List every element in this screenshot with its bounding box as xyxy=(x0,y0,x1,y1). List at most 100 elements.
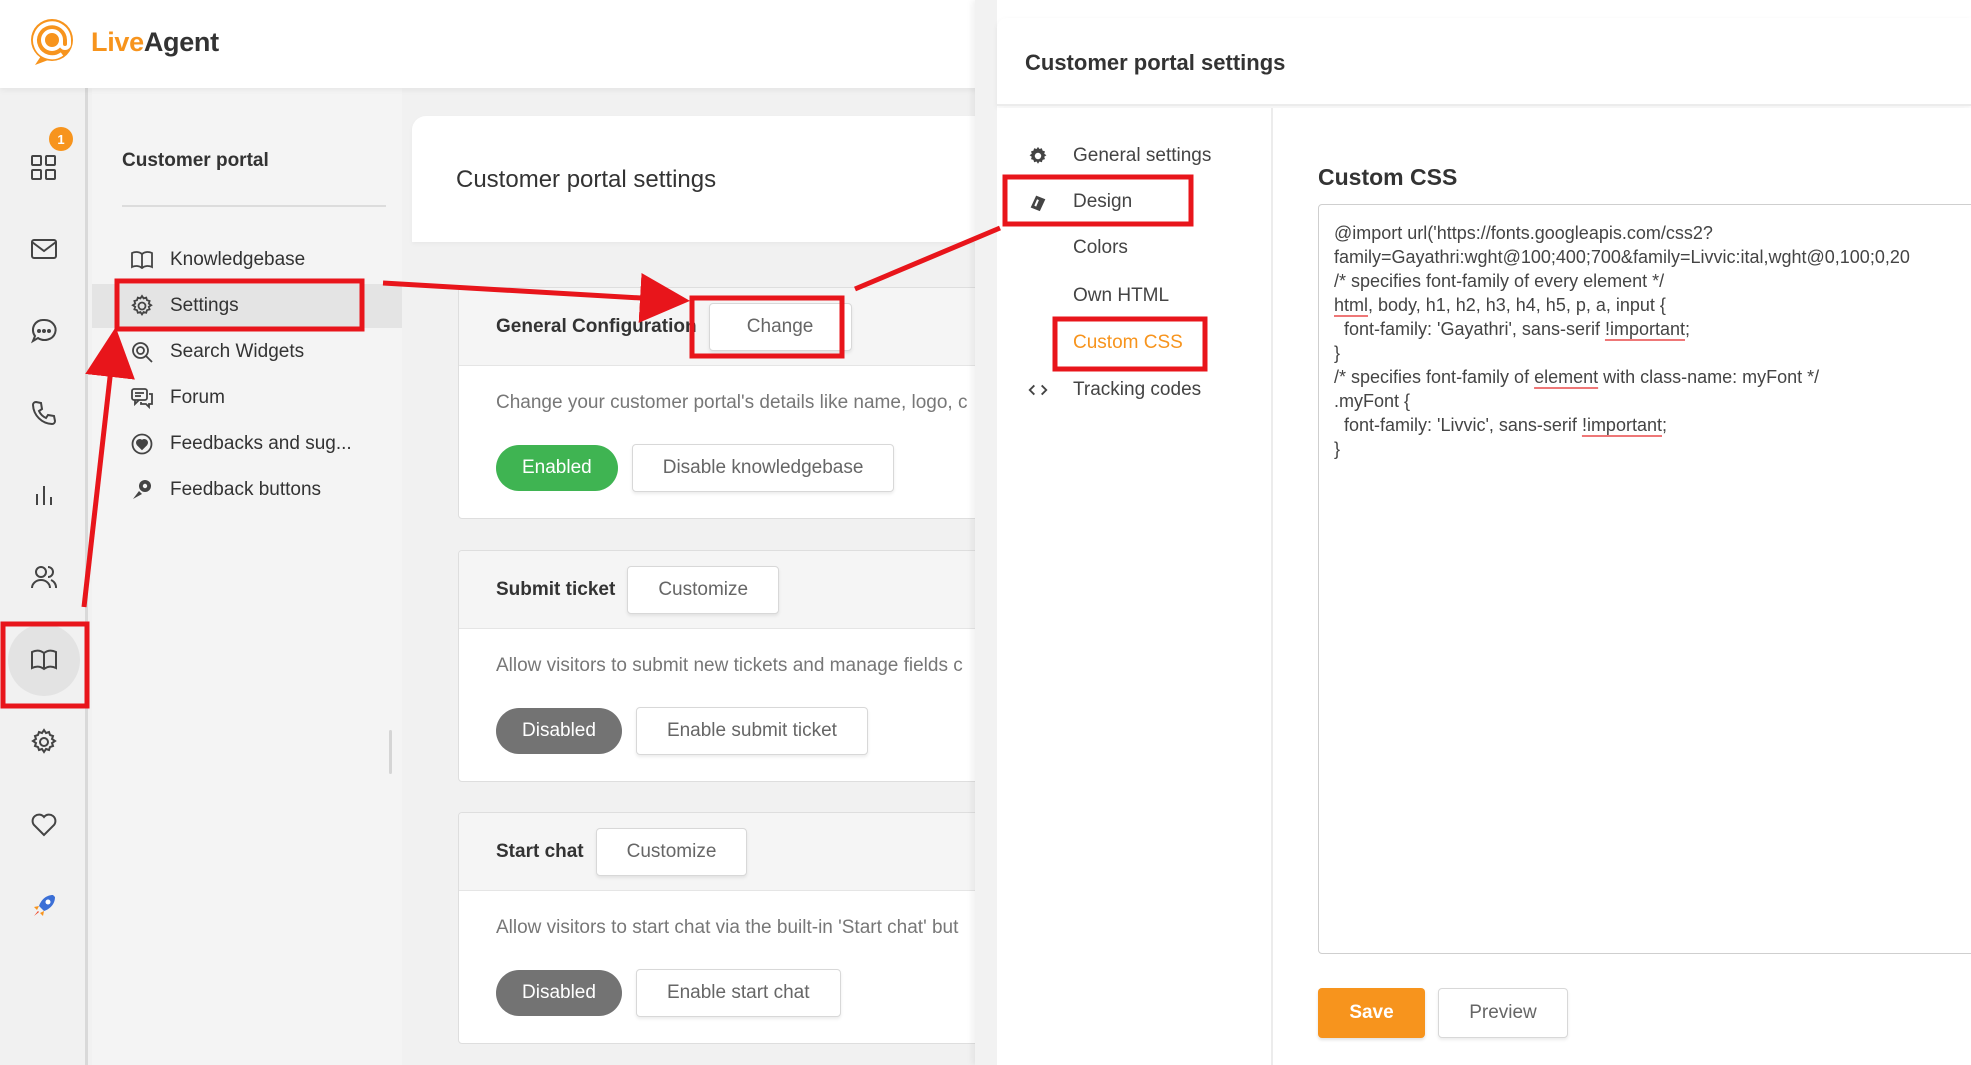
dialog-header: Customer portal settings xyxy=(997,18,1971,106)
nav-label: General settings xyxy=(1073,145,1212,166)
rail-reports[interactable] xyxy=(8,459,80,531)
forum-icon xyxy=(131,388,153,410)
subnav-item-search-widgets[interactable]: Search Widgets xyxy=(92,330,402,374)
card-actions: Disabled Enable submit ticket xyxy=(459,677,1017,755)
liveagent-logo-icon xyxy=(27,18,83,66)
users-icon xyxy=(31,566,57,589)
book-open-icon xyxy=(31,649,57,671)
rail-calls[interactable] xyxy=(8,377,80,449)
subnav-item-knowledgebase[interactable]: Knowledgebase xyxy=(92,238,402,282)
envelope-icon xyxy=(31,239,57,259)
change-button[interactable]: Change xyxy=(708,302,852,351)
card-label: General Configuration xyxy=(496,315,697,337)
css-line: /* specifies font-family of element with… xyxy=(1334,367,1820,387)
feedback-buttons-icon xyxy=(133,480,151,499)
card-description: Change your customer portal's details li… xyxy=(496,392,968,413)
subnav-item-label: Knowledgebase xyxy=(170,249,306,270)
rail-knowledgebase[interactable] xyxy=(8,624,80,696)
subnav-resize-handle[interactable] xyxy=(389,730,392,774)
liveagent-logo[interactable]: LiveAgent xyxy=(27,18,219,66)
rail-configuration[interactable] xyxy=(8,706,80,778)
subnav-divider xyxy=(122,205,386,207)
rocket-icon xyxy=(34,895,55,916)
card-actions: Enabled Disable knowledgebase xyxy=(459,414,1017,492)
card-header: General Configuration Change xyxy=(459,288,1017,366)
dialog-nav: General settings Design Colors Own HTML … xyxy=(997,108,1273,1065)
card-label: Start chat xyxy=(496,840,584,862)
rail-favorites[interactable] xyxy=(8,788,80,860)
nav-label: Design xyxy=(1073,191,1133,212)
subnav-item-label: Forum xyxy=(170,387,225,408)
heart-icon xyxy=(31,813,57,837)
rail-tickets[interactable] xyxy=(8,213,80,285)
nav-label: Custom CSS xyxy=(1073,332,1183,353)
nav-label: Own HTML xyxy=(1073,285,1170,306)
preview-button[interactable]: Preview xyxy=(1438,988,1568,1038)
css-line: /* specifies font-family of every elemen… xyxy=(1334,271,1665,291)
subnav-item-feedbacks[interactable]: Feedbacks and sug... xyxy=(92,422,402,466)
subnav-title: Customer portal xyxy=(122,150,269,171)
section-title: Custom CSS xyxy=(1318,164,1458,190)
status-badge-disabled: Disabled xyxy=(496,970,622,1016)
chat-bubble-icon xyxy=(30,318,57,344)
css-line: } xyxy=(1334,343,1341,363)
phone-icon xyxy=(31,400,57,426)
card-general-configuration: General Configuration Change Change your… xyxy=(458,287,1018,519)
spellcheck-flagged-word: !important xyxy=(1581,415,1662,435)
logo-text: LiveAgent xyxy=(91,26,219,57)
gear-icon xyxy=(1029,146,1047,164)
card-label: Submit ticket xyxy=(496,578,616,600)
gear-icon xyxy=(31,728,57,754)
enable-submit-ticket-button[interactable]: Enable submit ticket xyxy=(635,707,868,755)
custom-css-editor[interactable]: @import url('https://fonts.googleapis.co… xyxy=(1318,204,1971,954)
dialog-content: Custom CSS @import url('https://fonts.go… xyxy=(1273,108,1971,1065)
subnav-item-forum[interactable]: Forum xyxy=(92,376,402,420)
css-line: } xyxy=(1334,439,1341,459)
subnav-item-label: Feedback buttons xyxy=(170,479,322,500)
rail-customers[interactable] xyxy=(8,541,80,613)
spellcheck-flagged-word: element xyxy=(1534,367,1599,387)
card-actions: Disabled Enable start chat xyxy=(459,939,1017,1017)
spellcheck-flagged-word: html xyxy=(1334,295,1369,315)
dashboard-grid-icon xyxy=(31,155,56,180)
css-line: .myFont { xyxy=(1334,391,1411,411)
code-icon xyxy=(1028,384,1048,396)
page-title: Customer portal settings xyxy=(456,166,717,193)
enable-start-chat-button[interactable]: Enable start chat xyxy=(635,969,841,1017)
rail-getting-started[interactable] xyxy=(8,870,80,942)
css-line: @import url('https://fonts.googleapis.co… xyxy=(1334,223,1713,243)
css-line: font-family: 'Livvic', sans-serif !impor… xyxy=(1334,415,1667,435)
status-badge-disabled: Disabled xyxy=(496,708,622,754)
main-header: Customer portal settings xyxy=(412,116,1012,242)
customer-portal-subnav: Customer portal Knowledgebase Settings S… xyxy=(92,88,402,1065)
subnav-item-label: Settings xyxy=(170,295,239,316)
subnav-item-settings[interactable]: Settings xyxy=(92,284,402,328)
portal-settings-dialog: Customer portal settings General setting… xyxy=(975,0,1971,1065)
gear-icon xyxy=(131,294,153,317)
subnav-item-label: Search Widgets xyxy=(170,341,305,362)
card-description: Allow visitors to submit new tickets and… xyxy=(496,655,963,676)
feedback-heart-icon xyxy=(131,433,153,455)
save-button[interactable]: Save xyxy=(1318,988,1425,1038)
design-icon xyxy=(1030,195,1046,212)
subnav-item-label: Feedbacks and sug... xyxy=(170,433,352,454)
customize-start-chat-button[interactable]: Customize xyxy=(595,827,748,876)
css-line: html, body, h1, h2, h3, h4, h5, p, a, in… xyxy=(1334,295,1666,315)
book-open-icon xyxy=(131,251,153,270)
subnav-item-feedback-buttons[interactable]: Feedback buttons xyxy=(92,468,402,512)
notification-badge: 1 xyxy=(49,127,73,151)
dialog-edge xyxy=(975,0,997,1065)
card-header: Submit ticket Customize xyxy=(459,551,1017,629)
search-widget-icon xyxy=(132,342,153,363)
spellcheck-flagged-word: !important xyxy=(1604,319,1685,339)
card-submit-ticket: Submit ticket Customize Allow visitors t… xyxy=(458,550,1018,782)
css-line: font-family: 'Gayathri', sans-serif !imp… xyxy=(1334,319,1691,339)
disable-knowledgebase-button[interactable]: Disable knowledgebase xyxy=(631,444,895,492)
dialog-title: Customer portal settings xyxy=(1025,50,1286,75)
customize-submit-ticket-button[interactable]: Customize xyxy=(627,565,780,614)
css-line: family=Gayathri:wght@100;400;700&family=… xyxy=(1334,247,1910,267)
card-description: Allow visitors to start chat via the bui… xyxy=(496,917,959,938)
nav-label: Colors xyxy=(1073,237,1128,258)
card-start-chat: Start chat Customize Allow visitors to s… xyxy=(458,812,1018,1044)
rail-chats[interactable] xyxy=(8,295,80,367)
